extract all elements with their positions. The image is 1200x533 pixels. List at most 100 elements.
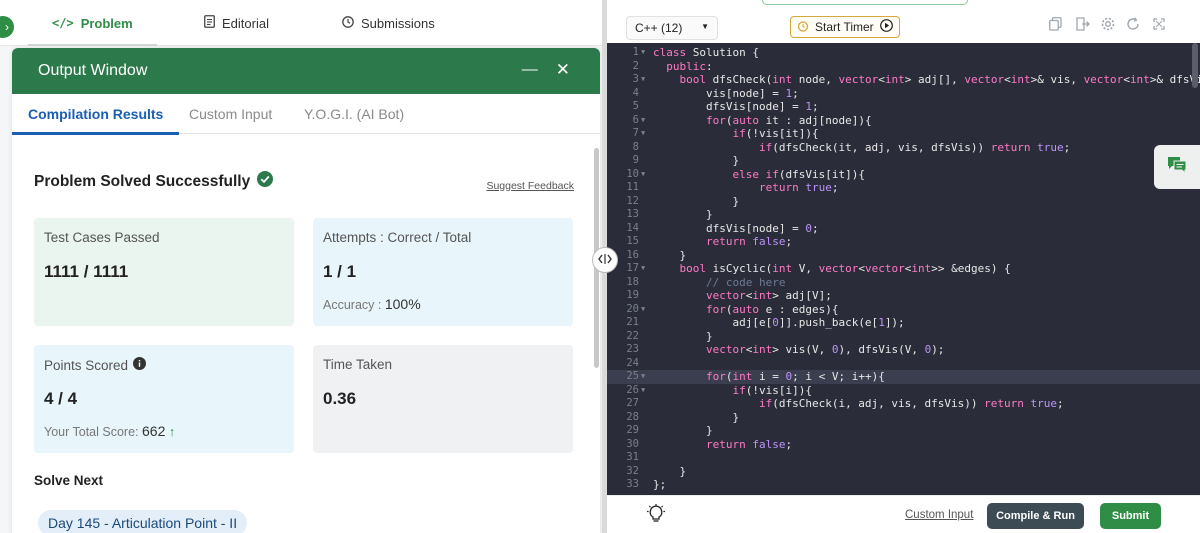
- line-number: 19: [626, 289, 639, 301]
- editor-scrollbar[interactable]: [1192, 43, 1198, 88]
- close-icon[interactable]: ✕: [556, 61, 570, 79]
- file-export-icon[interactable]: [1076, 17, 1090, 34]
- line-number: 8: [632, 140, 639, 153]
- fold-arrow-icon[interactable]: ▼: [641, 168, 645, 182]
- fold-arrow-icon[interactable]: ▼: [641, 46, 645, 60]
- tab-editorial[interactable]: Editorial: [204, 0, 269, 46]
- code-line[interactable]: 10 ▼ else if(dfsVis[it]){: [607, 168, 1200, 182]
- tab-problem[interactable]: </> Problem: [28, 0, 157, 46]
- code-line[interactable]: 9 }: [607, 154, 1200, 168]
- copy-icon[interactable]: [1049, 17, 1062, 34]
- gear-icon[interactable]: [1101, 17, 1115, 34]
- line-number: 2: [632, 59, 639, 72]
- code-line[interactable]: 18 // code here: [607, 276, 1200, 290]
- tab-compilation-results[interactable]: Compilation Results: [12, 94, 180, 135]
- code-line[interactable]: 4 vis[node] = 1;: [607, 87, 1200, 101]
- line-number: 6: [632, 113, 639, 126]
- line-number: 21: [626, 316, 639, 328]
- code-line[interactable]: 3 ▼ bool dfsCheck(int node, vector<int> a…: [607, 73, 1200, 87]
- submit-button[interactable]: Submit: [1100, 503, 1161, 529]
- code-line[interactable]: 16 }: [607, 249, 1200, 263]
- line-number: 13: [626, 208, 639, 220]
- fold-arrow-icon[interactable]: ▼: [641, 370, 645, 384]
- code-line[interactable]: 21 adj[e[0]].push_back(e[1]);: [607, 316, 1200, 330]
- code-line[interactable]: 22 }: [607, 330, 1200, 344]
- code-line[interactable]: 24: [607, 357, 1200, 371]
- test-cases-value: 1111 / 1111: [44, 262, 129, 281]
- code-line[interactable]: 15 return false;: [607, 235, 1200, 249]
- code-line[interactable]: 29 }: [607, 424, 1200, 438]
- code-line[interactable]: 26 ▼ if(!vis[i]){: [607, 384, 1200, 398]
- code-line[interactable]: 2 public:: [607, 60, 1200, 74]
- fold-arrow-icon[interactable]: ▼: [641, 384, 645, 398]
- line-number: 12: [626, 194, 639, 207]
- fold-arrow-icon[interactable]: ▼: [641, 127, 645, 141]
- code-line[interactable]: 17 ▼ bool isCyclic(int V, vector<vector<i…: [607, 262, 1200, 276]
- tab-submissions[interactable]: Submissions: [342, 0, 435, 46]
- code-line[interactable]: 7 ▼ if(!vis[it]){: [607, 127, 1200, 141]
- fold-arrow-icon[interactable]: ▼: [641, 114, 645, 128]
- line-number: 29: [626, 424, 639, 436]
- code-text: bool dfsCheck(int node, vector<int> adj[…: [679, 73, 1200, 86]
- minimize-icon[interactable]: —: [522, 61, 538, 79]
- code-line[interactable]: 27 if(dfsCheck(i, adj, vis, dfsVis)) ret…: [607, 397, 1200, 411]
- code-line[interactable]: 20 ▼ for(auto e : edges){: [607, 303, 1200, 317]
- fold-arrow-icon[interactable]: ▼: [641, 303, 645, 317]
- language-select[interactable]: C++ (12) ▼: [626, 16, 718, 40]
- code-line[interactable]: 13 }: [607, 208, 1200, 222]
- code-line[interactable]: 28 }: [607, 411, 1200, 425]
- code-line[interactable]: 30 return false;: [607, 438, 1200, 452]
- info-icon[interactable]: [133, 357, 147, 373]
- chat-button[interactable]: [1154, 145, 1200, 189]
- total-score-row: Your Total Score: 662 ↑: [44, 423, 175, 439]
- code-line[interactable]: 23 vector<int> vis(V, 0), dfsVis(V, 0);: [607, 343, 1200, 357]
- code-text: }: [653, 194, 740, 208]
- line-number: 30: [626, 437, 639, 450]
- editor-pane: C++ (12) ▼ Start Timer 1 ▼ class Solutio…: [607, 0, 1200, 533]
- fold-arrow-icon[interactable]: ▼: [641, 262, 645, 276]
- fold-arrow-icon[interactable]: ▼: [641, 73, 645, 87]
- code-text: else if(dfsVis[it]){: [732, 167, 865, 181]
- start-timer-button[interactable]: Start Timer: [790, 16, 900, 38]
- code-text: if(!vis[it]){: [732, 127, 819, 140]
- code-line[interactable]: 31: [607, 451, 1200, 465]
- code-line[interactable]: 1 ▼ class Solution {: [607, 46, 1200, 60]
- result-title: Problem Solved Successfully: [34, 172, 251, 190]
- line-number: 25: [626, 370, 639, 382]
- code-line[interactable]: 32 }: [607, 465, 1200, 479]
- code-line[interactable]: 14 dfsVis[node] = 0;: [607, 222, 1200, 236]
- chevron-right-icon: ›: [5, 20, 9, 34]
- code-text: };: [653, 478, 667, 491]
- code-text: dfsVis[node] = 0;: [653, 221, 819, 235]
- lightbulb-icon[interactable]: [646, 504, 666, 529]
- line-number: 26: [626, 383, 639, 396]
- code-text: public:: [666, 59, 713, 73]
- tab-yogi-bot[interactable]: Y.O.G.I. (AI Bot): [304, 94, 404, 134]
- code-line[interactable]: 5 dfsVis[node] = 1;: [607, 100, 1200, 114]
- code-line[interactable]: 19 vector<int> adj[V];: [607, 289, 1200, 303]
- tab-custom-input[interactable]: Custom Input: [189, 94, 272, 134]
- tab-submissions-label: Submissions: [361, 15, 435, 31]
- next-problem-chip[interactable]: Day 145 - Articulation Point - II: [38, 510, 248, 533]
- fullscreen-icon[interactable]: [1153, 17, 1165, 33]
- card-points: Points Scored 4 / 4 Your Total Score: 66…: [34, 345, 294, 453]
- compile-run-button[interactable]: Compile & Run: [987, 503, 1084, 529]
- suggest-feedback-link[interactable]: Suggest Feedback: [486, 180, 574, 192]
- code-line[interactable]: 25 ▼ for(int i = 0; i < V; i++){: [607, 370, 1200, 384]
- collapse-sidebar-button[interactable]: ›: [0, 16, 14, 38]
- top-banner-edge: [762, 0, 968, 5]
- custom-input-link[interactable]: Custom Input: [905, 509, 973, 521]
- play-circle-icon: [879, 19, 893, 35]
- line-number: 27: [626, 397, 639, 409]
- resize-handle[interactable]: [592, 247, 618, 273]
- code-line[interactable]: 12 }: [607, 195, 1200, 209]
- code-text: dfsVis[node] = 1;: [653, 100, 819, 113]
- code-line[interactable]: 33};: [607, 478, 1200, 492]
- code-line[interactable]: 6 ▼ for(auto it : adj[node]){: [607, 114, 1200, 128]
- reset-icon[interactable]: [1126, 17, 1140, 34]
- card-time-taken: Time Taken 0.36: [313, 345, 573, 453]
- code-line[interactable]: 8 if(dfsCheck(it, adj, vis, dfsVis)) ret…: [607, 141, 1200, 155]
- code-editor[interactable]: 1 ▼ class Solution {2 public: 3 ▼ bool dfsCh…: [607, 43, 1200, 495]
- code-line[interactable]: 11 return true;: [607, 181, 1200, 195]
- points-label: Points Scored: [44, 357, 129, 373]
